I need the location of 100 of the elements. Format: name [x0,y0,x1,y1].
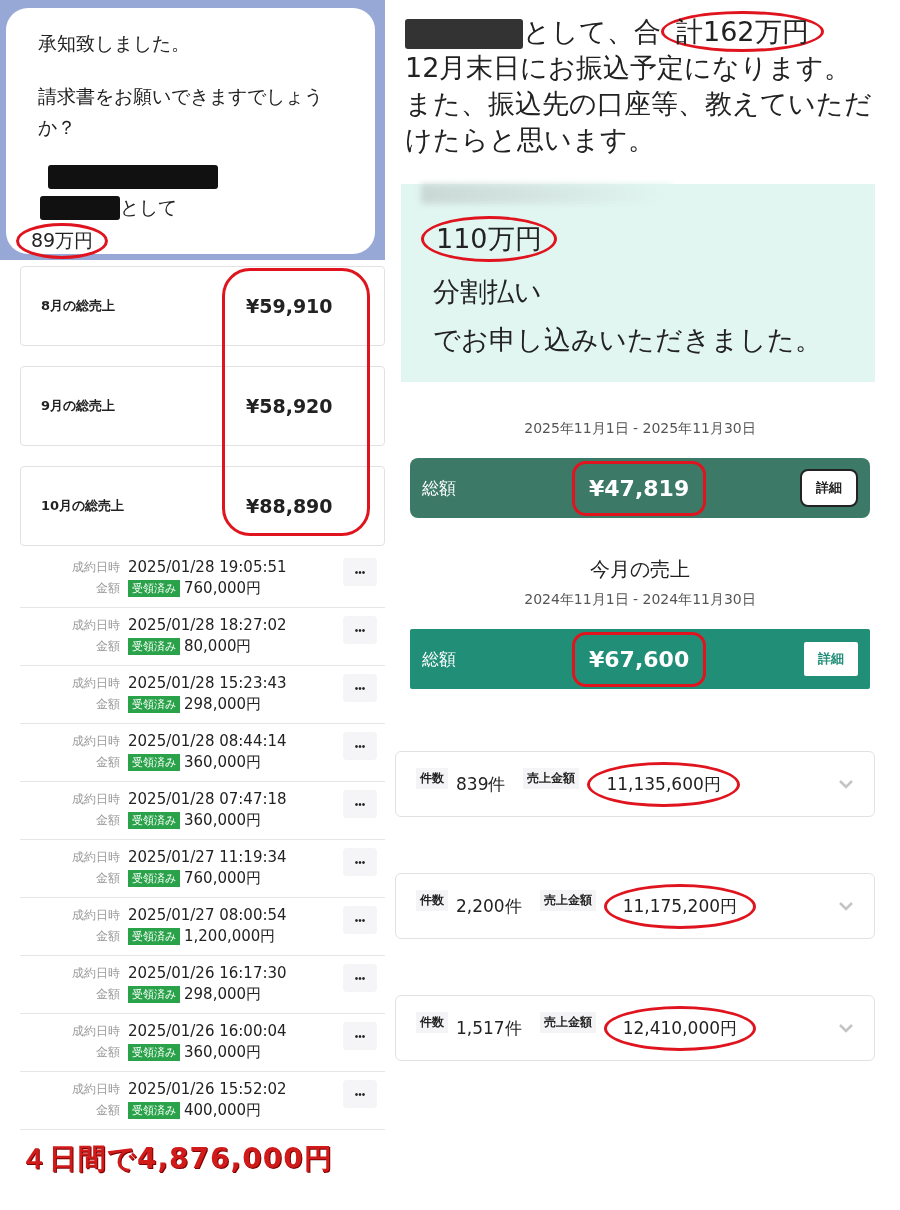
sales-value: 11,135,600円 [587,761,740,807]
status-badge: 受領済み [128,638,180,655]
field-label: 金額 [95,638,120,655]
sales-value: 11,175,200円 [603,883,756,929]
amount-text: 760,000円 [184,869,262,888]
chat-amount: 89万円 [16,223,109,259]
field-label: 金額 [95,696,120,713]
count-label: 件数 [416,889,448,911]
caption-text: ４日間で4,876,000円 [20,1141,334,1177]
amount-text: 298,000円 [184,695,262,714]
message-text: として、合 [523,16,661,47]
total-label: 総額 [422,647,457,671]
message-text: 12月末日にお振込予定になります。 [405,51,853,85]
field-label: 成約日時 [71,674,120,692]
field-label: 金額 [95,1102,120,1119]
field-label: 金額 [95,1044,120,1061]
more-button[interactable]: ••• [343,616,377,644]
date-time: 2025/01/28 18:27:02 [128,616,288,634]
sales-label: 売上金額 [539,1011,596,1033]
count-label: 件数 [416,1011,448,1033]
field-label: 金額 [95,986,120,1003]
amount-text: 400,000円 [184,1101,262,1120]
status-badge: 受領済み [128,696,180,713]
more-button[interactable]: ••• [343,790,377,818]
amount-text: 1,200,000円 [184,927,276,946]
field-label: 成約日時 [71,558,120,576]
total-amount: ¥47,819 [572,460,707,516]
date-time: 2025/01/28 08:44:14 [128,732,288,750]
total-amount: ¥67,600 [572,631,707,687]
field-label: 成約日時 [71,964,120,982]
more-button[interactable]: ••• [343,848,377,876]
more-button[interactable]: ••• [343,558,377,586]
notice-amount: 110万円 [421,216,557,262]
more-button[interactable]: ••• [343,732,377,760]
count-label: 件数 [416,767,448,789]
date-time: 2025/01/26 16:00:04 [128,1022,288,1040]
field-label: 成約日時 [71,906,120,924]
status-badge: 受領済み [128,870,180,887]
sales-value: 12,410,000円 [603,1005,756,1051]
date-time: 2025/01/28 19:05:51 [128,558,288,576]
count-value: 2,200件 [456,894,522,918]
month-label: 9月の総売上 [41,397,117,415]
status-badge: 受領済み [128,754,180,771]
more-button[interactable]: ••• [343,964,377,992]
message-text: また、振込先の口座等、教えていただけたらと思います。 [405,87,873,157]
section-heading: 今月の売上 [590,556,690,583]
count-value: 839件 [456,772,506,796]
field-label: 金額 [95,928,120,945]
status-badge: 受領済み [128,1102,180,1119]
month-amount: ¥88,890 [246,495,333,517]
date-range: 2025年11月1日 - 2025年11月30日 [524,420,756,438]
date-time: 2025/01/27 08:00:54 [128,906,288,924]
total-amount: 計162万円 [661,11,824,52]
details-button[interactable]: 詳細 [804,642,858,676]
notice-text: でお申し込みいただきました。 [433,323,823,357]
month-label: 8月の総売上 [41,297,117,315]
month-label: 10月の総売上 [41,497,126,515]
more-button[interactable]: ••• [343,1022,377,1050]
count-value: 1,517件 [456,1016,522,1040]
amount-text: 298,000円 [184,985,262,1004]
total-label: 総額 [422,476,457,500]
chevron-down-icon[interactable] [838,1023,854,1033]
field-label: 成約日時 [71,848,120,866]
sales-label: 売上金額 [539,889,596,911]
field-label: 金額 [95,580,120,597]
chevron-down-icon[interactable] [838,901,854,911]
date-time: 2025/01/28 07:47:18 [128,790,288,808]
field-label: 成約日時 [71,732,120,750]
details-button[interactable]: 詳細 [800,469,858,507]
more-button[interactable]: ••• [343,674,377,702]
date-range: 2024年11月1日 - 2024年11月30日 [524,591,756,609]
chevron-down-icon[interactable] [838,779,854,789]
chat-text: 請求書をお願いできますでしょうか？ [38,84,324,140]
status-badge: 受領済み [128,928,180,945]
chat-text: として [120,195,177,220]
amount-text: 760,000円 [184,579,262,598]
amount-text: 360,000円 [184,811,262,830]
chat-text: 承知致しました。 [38,31,191,56]
status-badge: 受領済み [128,1044,180,1061]
more-button[interactable]: ••• [343,1080,377,1108]
date-time: 2025/01/26 16:17:30 [128,964,288,982]
status-badge: 受領済み [128,580,180,597]
field-label: 成約日時 [71,790,120,808]
sales-label: 売上金額 [523,767,580,789]
field-label: 成約日時 [71,1080,120,1098]
more-button[interactable]: ••• [343,906,377,934]
status-badge: 受領済み [128,812,180,829]
field-label: 成約日時 [71,616,120,634]
date-time: 2025/01/28 15:23:43 [128,674,288,692]
field-label: 金額 [95,870,120,887]
field-label: 金額 [95,812,120,829]
field-label: 成約日時 [71,1022,120,1040]
notice-text: 分割払い [433,275,543,309]
month-amount: ¥59,910 [246,295,333,317]
amount-text: 80,000円 [184,637,252,656]
amount-text: 360,000円 [184,1043,262,1062]
month-amount: ¥58,920 [246,395,333,417]
status-badge: 受領済み [128,986,180,1003]
date-time: 2025/01/26 15:52:02 [128,1080,288,1098]
field-label: 金額 [95,754,120,771]
